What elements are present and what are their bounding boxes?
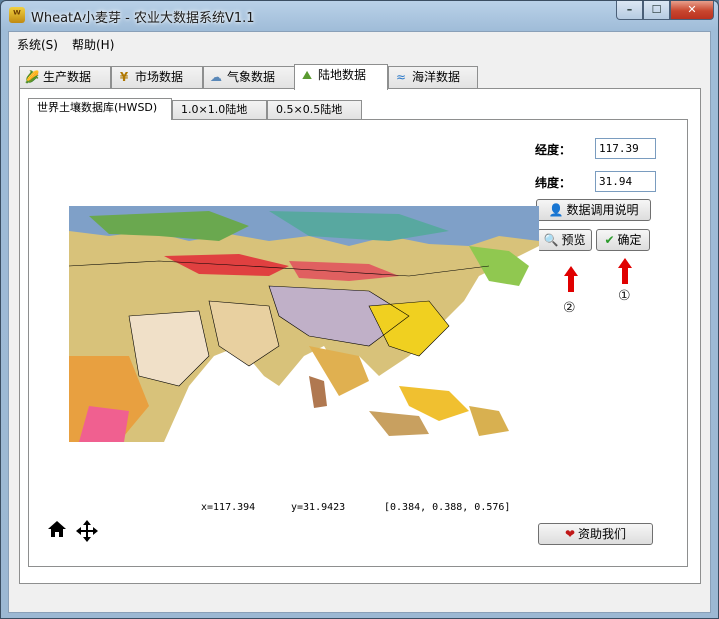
magnifier-icon: 🔍: [543, 233, 559, 247]
minimize-button[interactable]: –: [616, 1, 643, 20]
button-label: 数据调用说明: [566, 203, 639, 217]
tab-grid-1deg[interactable]: 1.0×1.0陆地: [172, 100, 267, 119]
latitude-label: 纬度：: [535, 176, 572, 190]
tab-label: 市场数据: [135, 70, 184, 84]
help-user-icon: 👤: [548, 203, 564, 217]
yen-icon: ¥: [119, 70, 129, 84]
rgb-value-readout: [0.384, 0.388, 0.576]: [384, 502, 511, 513]
land-icon: ⛰: [301, 68, 313, 82]
app-window: ᵂ WheatA小麦芽 - 农业大数据系统V1.1 – ☐ ✕ 系统(S) 帮助…: [0, 0, 719, 619]
preview-button[interactable]: 🔍 预览: [537, 229, 592, 251]
wheat-icon: ᵂ: [9, 7, 25, 23]
tab-production[interactable]: 🌽 生产数据: [19, 66, 111, 88]
preview-step-marker: ②: [563, 300, 576, 316]
checkmark-icon: ✔: [604, 233, 615, 247]
heart-icon: ❤: [564, 527, 576, 541]
title-bar[interactable]: ᵂ WheatA小麦芽 - 农业大数据系统V1.1 – ☐ ✕: [1, 1, 718, 29]
x-coordinate-readout: x=117.394: [201, 502, 256, 513]
soil-map-image[interactable]: [69, 206, 539, 442]
hwsd-panel: 经度： 117.39 纬度： 31.94 👤数据调用说明 🔍预览 ✔确定: [28, 119, 688, 567]
button-label: 预览: [561, 233, 586, 247]
cloud-icon: ☁: [210, 70, 222, 84]
home-icon[interactable]: [47, 520, 67, 538]
tab-hwsd[interactable]: 世界土壤数据库(HWSD): [28, 98, 172, 120]
arrow-up-icon: [564, 266, 578, 292]
button-label: 确定: [617, 233, 642, 247]
close-button[interactable]: ✕: [670, 1, 714, 20]
soil-map-canvas: [69, 206, 539, 442]
arrow-up-icon: [618, 258, 632, 284]
tab-label: 气象数据: [227, 70, 276, 84]
maximize-button[interactable]: ☐: [643, 1, 670, 20]
latitude-field[interactable]: 31.94: [595, 171, 656, 192]
tab-land[interactable]: ⛰ 陆地数据: [294, 64, 388, 90]
window-title: WheatA小麦芽 - 农业大数据系统V1.1: [31, 11, 255, 26]
data-help-button[interactable]: 👤 数据调用说明: [536, 199, 651, 221]
pan-move-icon[interactable]: [76, 520, 98, 542]
ocean-icon: ≈: [395, 70, 407, 84]
menu-system[interactable]: 系统(S): [17, 36, 58, 53]
longitude-label: 经度：: [535, 143, 572, 157]
donate-button[interactable]: ❤ 资助我们: [538, 523, 653, 545]
longitude-field[interactable]: 117.39: [595, 138, 656, 159]
tab-label: 陆地数据: [318, 68, 367, 82]
tab-label: 海洋数据: [412, 70, 461, 84]
tab-ocean[interactable]: ≈ 海洋数据: [388, 66, 478, 88]
confirm-step-marker: ①: [618, 288, 631, 304]
corn-icon: 🌽: [24, 70, 40, 84]
menu-help[interactable]: 帮助(H): [72, 36, 114, 53]
button-label: 资助我们: [578, 527, 627, 541]
confirm-button[interactable]: ✔ 确定: [596, 229, 650, 251]
tab-market[interactable]: ¥ 市场数据: [111, 66, 203, 88]
land-data-panel: 世界土壤数据库(HWSD) 1.0×1.0陆地 0.5×0.5陆地 经度： 11…: [19, 88, 701, 584]
tab-label: 生产数据: [43, 70, 92, 84]
y-coordinate-readout: y=31.9423: [291, 502, 346, 513]
tab-grid-half-deg[interactable]: 0.5×0.5陆地: [267, 100, 362, 119]
tab-weather[interactable]: ☁ 气象数据: [203, 66, 295, 88]
client-area: 系统(S) 帮助(H) 🌽 生产数据 ¥ 市场数据 ☁ 气象数据 ⛰ 陆地数据 ≈ 海洋数…: [8, 31, 711, 613]
menu-bar: 系统(S) 帮助(H): [9, 32, 710, 54]
